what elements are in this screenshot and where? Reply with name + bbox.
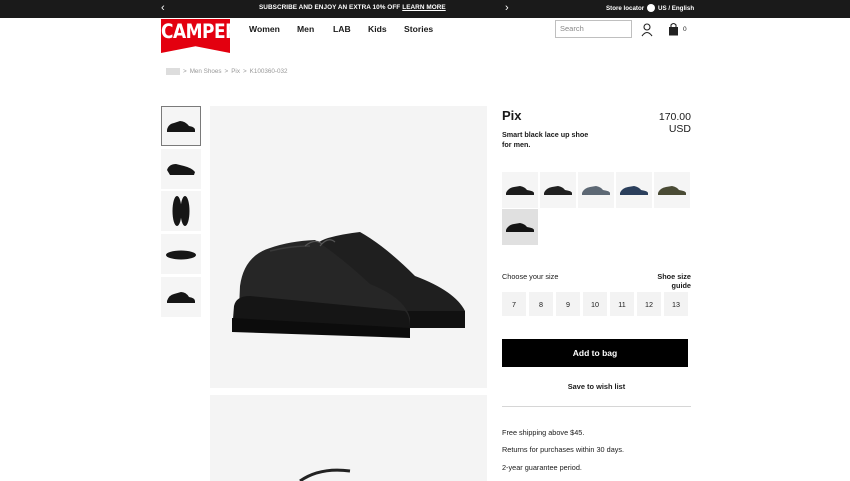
divider [502, 406, 691, 407]
bag-count: 0 [683, 26, 687, 33]
shoe-swatch-icon [658, 186, 686, 195]
save-to-wishlist-button[interactable]: Save to wish list [502, 382, 691, 391]
product-description: Smart black lace up shoe for men. [502, 130, 589, 149]
search-input[interactable]: Search [555, 20, 632, 38]
size-guide-link[interactable]: Shoe size guide [637, 272, 691, 290]
returns-info: Returns for purchases within 30 days. [502, 445, 625, 454]
size-option[interactable]: 9 [556, 292, 580, 316]
nav-lab[interactable]: LAB [333, 24, 351, 34]
product-main-image[interactable] [210, 106, 487, 388]
shoe-thumbnail-icon [172, 196, 190, 226]
shoe-thumbnail-icon [167, 164, 195, 175]
promo-message: SUBSCRIBE AND ENJOY AN EXTRA 10% OFF LEAR… [259, 4, 446, 11]
size-label: Choose your size [502, 272, 559, 281]
nav-women[interactable]: Women [249, 24, 280, 34]
product-secondary-image[interactable] [210, 395, 487, 481]
promo-next-arrow-icon[interactable]: › [505, 2, 509, 14]
color-swatch-4[interactable] [616, 172, 652, 208]
size-option[interactable]: 7 [502, 292, 526, 316]
color-swatch-6-selected[interactable] [502, 209, 538, 245]
color-swatch-1[interactable] [502, 172, 538, 208]
language-selector[interactable]: US / English [658, 5, 694, 12]
shoe-image-secondary [299, 468, 351, 481]
nav-stories[interactable]: Stories [404, 24, 433, 34]
nav-men[interactable]: Men [297, 24, 314, 34]
thumbnail-1[interactable] [161, 106, 201, 146]
shoe-swatch-icon [620, 186, 648, 195]
promo-bar: ‹ SUBSCRIBE AND ENJOY AN EXTRA 10% OFF LE… [0, 0, 850, 18]
thumbnail-5[interactable] [161, 277, 201, 317]
size-option[interactable]: 11 [610, 292, 634, 316]
promo-learn-more-link[interactable]: LEARN MORE [402, 4, 445, 11]
color-swatch-3[interactable] [578, 172, 614, 208]
shoe-thumbnail-icon [167, 121, 195, 132]
shoe-image [232, 232, 465, 338]
promo-prev-arrow-icon[interactable]: ‹ [161, 2, 165, 14]
breadcrumb: > Men Shoes > Pix > K100360-032 [166, 68, 288, 75]
shoe-swatch-icon [544, 186, 572, 195]
camper-logo[interactable]: CAMPER [161, 19, 230, 53]
thumbnail-2[interactable] [161, 149, 201, 189]
size-option[interactable]: 10 [583, 292, 607, 316]
shoe-swatch-icon [582, 186, 610, 195]
size-option[interactable]: 8 [529, 292, 553, 316]
home-icon[interactable] [166, 68, 180, 75]
shoe-thumbnail-icon [166, 250, 196, 260]
breadcrumb-separator: > [242, 68, 247, 75]
shoe-thumbnail-icon [167, 292, 195, 303]
breadcrumb-pix[interactable]: Pix [231, 68, 240, 75]
globe-icon [647, 4, 655, 12]
breadcrumb-sku: K100360-032 [249, 68, 288, 75]
product-title: Pix [502, 108, 522, 123]
breadcrumb-separator: > [224, 68, 229, 75]
breadcrumb-separator: > [183, 68, 187, 75]
bag-icon[interactable] [668, 22, 679, 36]
shoe-swatch-icon [506, 223, 534, 232]
store-locator-link[interactable]: Store locator [606, 5, 644, 12]
color-swatch-2[interactable] [540, 172, 576, 208]
user-icon[interactable] [641, 23, 653, 37]
shoe-swatch-icon [506, 186, 534, 195]
thumbnail-3[interactable] [161, 191, 201, 231]
color-swatch-5[interactable] [654, 172, 690, 208]
size-option[interactable]: 13 [664, 292, 688, 316]
breadcrumb-men-shoes[interactable]: Men Shoes [190, 68, 222, 75]
add-to-bag-button[interactable]: Add to bag [502, 339, 688, 367]
shipping-info: Free shipping above $45. [502, 428, 585, 437]
size-option[interactable]: 12 [637, 292, 661, 316]
product-price: 170.00 USD [658, 111, 691, 135]
nav-kids[interactable]: Kids [368, 24, 387, 34]
thumbnail-4[interactable] [161, 234, 201, 274]
guarantee-info: 2-year guarantee period. [502, 463, 582, 472]
